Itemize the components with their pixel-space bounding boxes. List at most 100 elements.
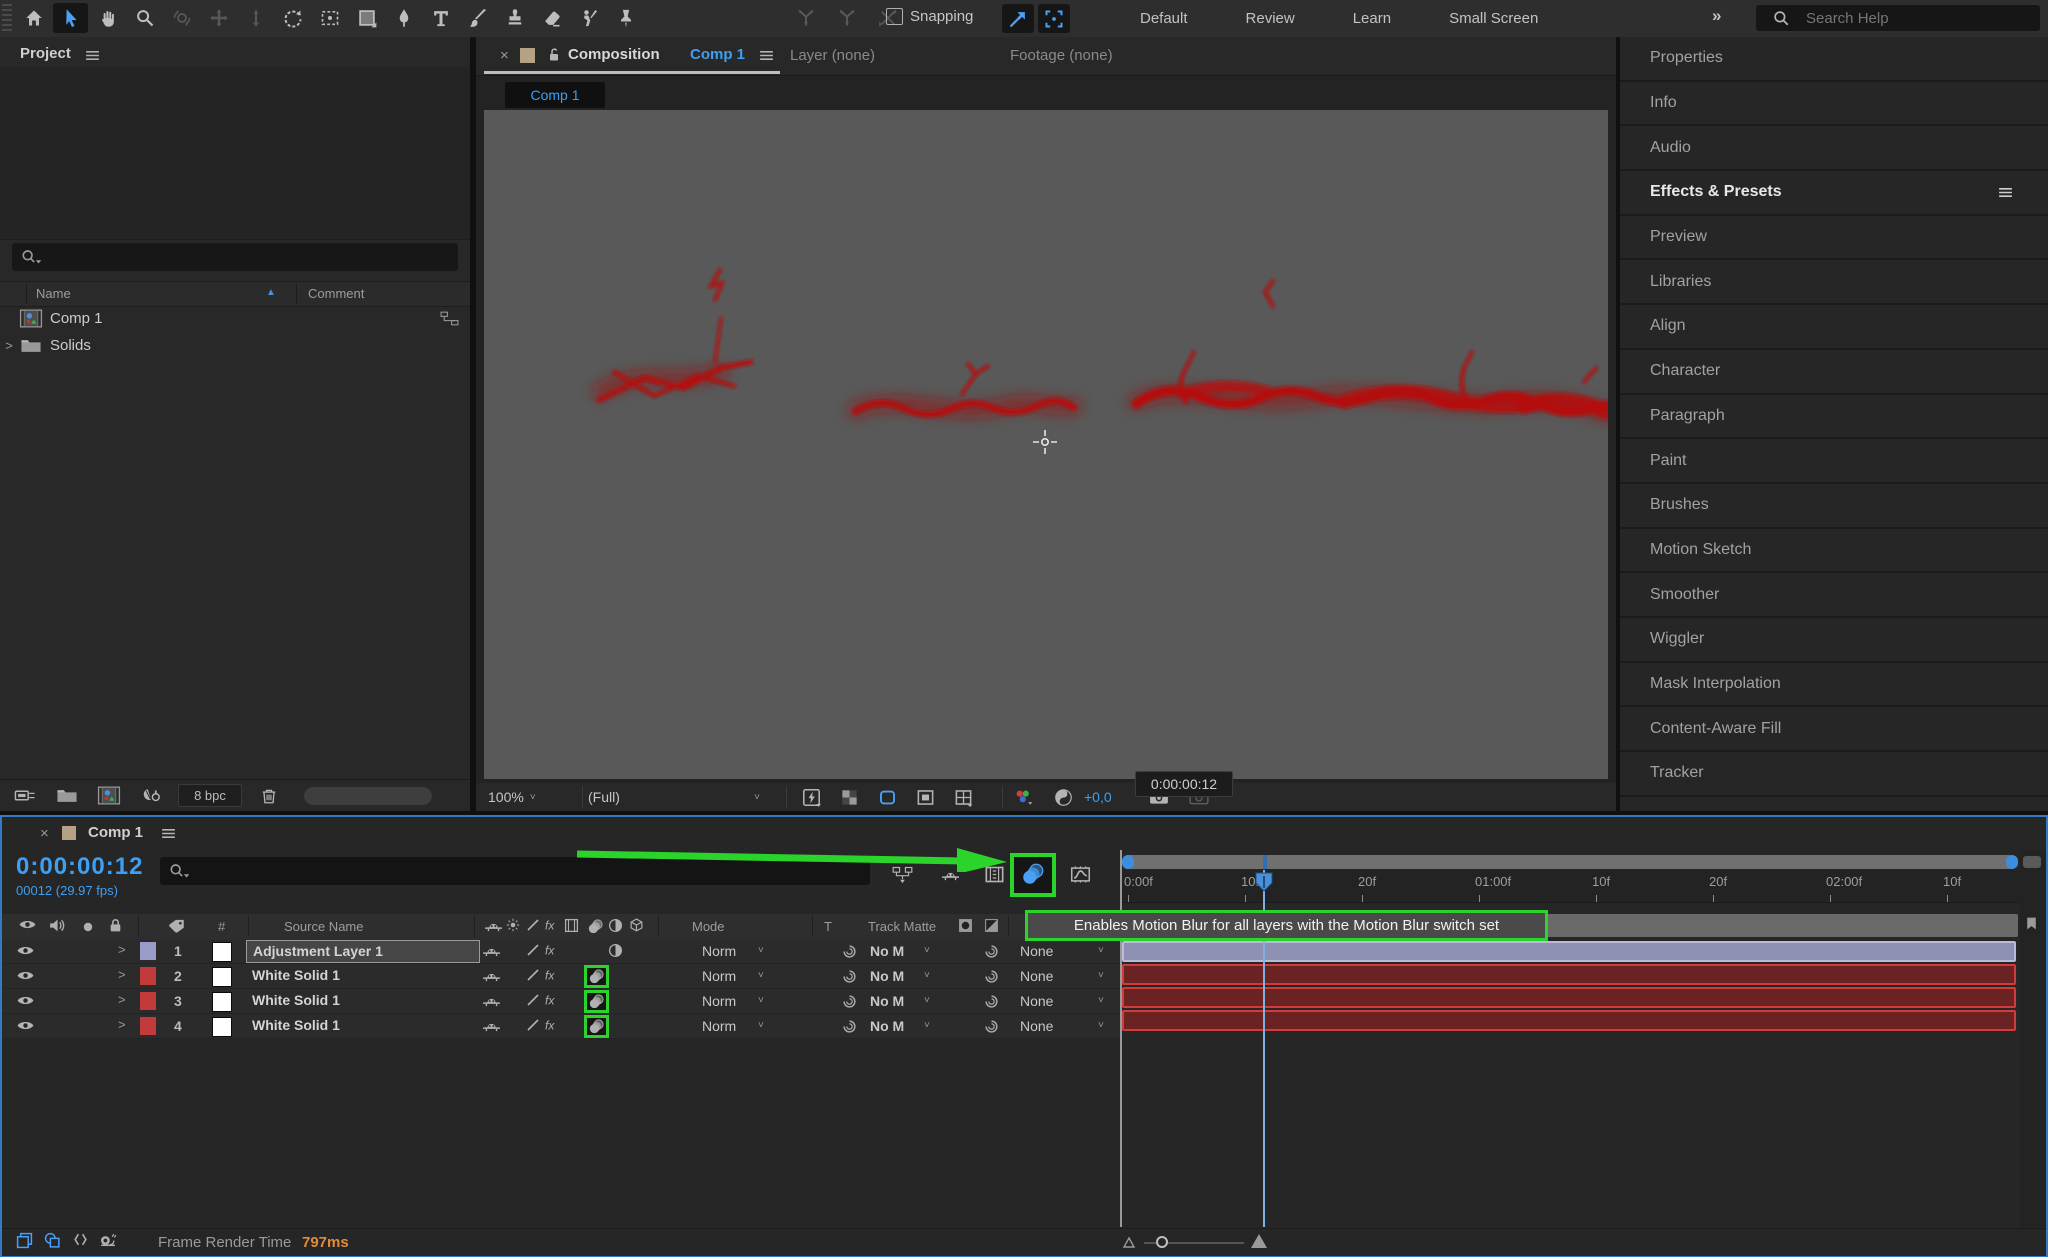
navigator-end-handle[interactable] [2006,855,2018,869]
project-item-row[interactable]: Comp 1 [0,305,470,332]
snap-to-grid[interactable] [1038,4,1070,33]
snapping-checkbox[interactable] [886,8,903,25]
timeline-zoom-control[interactable] [1122,1232,1282,1252]
vertical-scroll-thumb[interactable] [2023,856,2041,868]
shy-column-icon[interactable] [484,918,503,933]
layer-expand-chevron[interactable]: > [118,967,126,982]
pen-tool[interactable] [386,3,421,33]
brush-tool[interactable] [460,3,495,33]
pan-camera-tool[interactable] [201,3,236,33]
motion-blur-switch[interactable] [587,993,606,1010]
layer-source-name[interactable]: Adjustment Layer 1 [246,940,480,963]
label-column-icon[interactable] [168,918,186,934]
adjustment-layer-switch[interactable] [608,943,623,958]
sidebar-panel-tab[interactable]: Mask Interpolation [1620,663,2048,708]
layer-expand-chevron[interactable]: > [118,992,126,1007]
sidebar-panel-tab[interactable]: Brushes [1620,484,2048,529]
layer-duration-bar[interactable] [1122,1010,2016,1031]
exposure-icon[interactable] [1048,785,1078,809]
parent-pickwhip-icon[interactable] [984,994,999,1009]
blend-mode-dropdown[interactable]: Norm [702,1018,736,1034]
blend-mode-dropdown[interactable]: Norm [702,943,736,959]
selection-tool[interactable] [53,3,88,33]
rectangle-tool[interactable] [349,3,384,33]
layer-row[interactable]: > 3 White Solid 1 fx Norm ˅ No M ˅ [2,989,1120,1014]
layer-duration-bar[interactable] [1122,964,2016,985]
shy-switch[interactable] [482,993,501,1008]
adjustment-column-icon[interactable] [608,918,623,933]
playhead-handle[interactable] [1255,872,1273,892]
motion-blur-switch[interactable] [587,1018,606,1035]
zoom-slider-handle[interactable] [1156,1236,1168,1248]
new-folder-icon[interactable] [52,784,82,808]
shy-switch[interactable] [482,1018,501,1033]
help-search-box[interactable] [1756,5,2040,31]
puppet-pin-tool[interactable] [608,3,643,33]
sort-ascending-icon[interactable]: ▲ [266,287,276,298]
workspace-tab[interactable]: Default [1140,10,1188,27]
timeline-menu-icon[interactable] [160,825,177,842]
sidebar-panel-tab[interactable]: Character [1620,350,2048,395]
layer-source-name[interactable]: White Solid 1 [246,1015,478,1036]
layer-visibility-toggle[interactable] [16,944,35,957]
mask-visibility-icon[interactable] [872,785,902,809]
enable-motion-blur-button[interactable] [1015,857,1051,891]
parent-dropdown[interactable]: None [1020,943,1053,959]
lock-column-icon[interactable] [108,918,123,933]
matte-pickwhip-icon[interactable] [842,944,857,959]
project-search-box[interactable] [12,243,458,271]
project-search-input[interactable] [44,249,428,266]
quality-switch[interactable] [526,1018,540,1032]
zoom-tool[interactable] [127,3,162,33]
luma-matte-icon[interactable] [984,918,999,933]
render-time-snail-icon[interactable] [98,1232,117,1247]
sidebar-panel-tab[interactable]: Tracker [1620,752,2048,797]
sidebar-panel-tab[interactable]: Wiggler [1620,618,2048,663]
layer-label-color[interactable] [140,967,156,985]
track-matte-dropdown[interactable]: No M [870,943,904,959]
column-number[interactable]: # [218,919,225,934]
color-depth-button[interactable]: 8 bpc [178,784,242,807]
solo-column-icon[interactable] [82,921,94,933]
unlock-icon[interactable] [546,47,562,63]
help-search-input[interactable] [1804,9,2008,28]
toolbar-grip[interactable] [2,4,12,32]
sidebar-panel-tab[interactable]: Properties [1620,37,2048,82]
item-name[interactable]: Solids [50,337,91,354]
video-column-icon[interactable] [18,918,37,931]
quality-switch[interactable] [526,993,540,1007]
fx-switch[interactable]: fx [544,993,562,1007]
panel-menu-icon[interactable] [1997,184,2014,201]
column-track-matte[interactable]: Track Matte [868,919,936,934]
item-name[interactable]: Comp 1 [50,310,103,327]
sidebar-panel-tab[interactable]: Info [1620,82,2048,127]
motion-blur-switch[interactable] [587,968,606,985]
layer-row[interactable]: > 4 White Solid 1 fx Norm ˅ No M ˅ [2,1014,1120,1039]
parent-dropdown[interactable]: None [1020,993,1053,1009]
viewer-timecode[interactable]: 0:00:00:12 [1135,771,1233,797]
workspace-tab[interactable]: Review [1246,10,1295,27]
exposure-value[interactable]: +0,0 [1084,789,1112,805]
search-dropdown-icon[interactable] [168,862,192,880]
layer-duration-bar[interactable] [1122,987,2016,1008]
expand-transfer-controls-icon[interactable] [44,1232,61,1249]
matte-pickwhip-icon[interactable] [842,969,857,984]
fast-preview-icon[interactable] [796,785,826,809]
world-axis-mode[interactable] [829,3,864,33]
column-name[interactable]: Name [36,286,71,301]
sidebar-panel-tab[interactable]: Smoother [1620,573,2048,618]
snapping-toggle[interactable]: Snapping [886,8,973,25]
column-preserve-transparency[interactable]: T [824,919,832,934]
snap-to-feature[interactable] [1002,4,1034,33]
motion-blur-column-icon[interactable] [586,918,605,935]
home-tool[interactable] [16,3,51,33]
sidebar-panel-tab[interactable]: Align [1620,305,2048,350]
alpha-matte-icon[interactable] [958,918,973,933]
graph-editor-icon[interactable] [1062,857,1098,891]
orbit-camera-tool[interactable] [164,3,199,33]
fx-switch[interactable]: fx [544,1018,562,1032]
tab-composition[interactable]: Composition [568,46,660,63]
layer-expand-chevron[interactable]: > [118,1017,126,1032]
pan-behind-tool[interactable] [312,3,347,33]
sidebar-panel-tab[interactable]: Motion Sketch [1620,529,2048,574]
